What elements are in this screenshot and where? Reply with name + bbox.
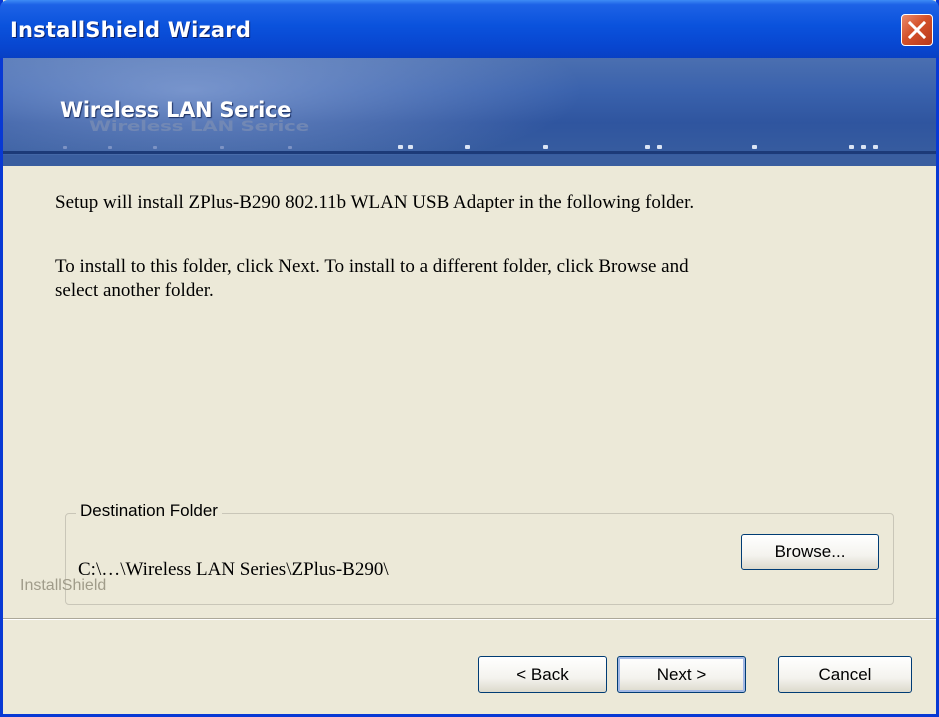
close-button[interactable]: [901, 14, 933, 46]
destination-folder-group: Destination Folder C:\…\Wireless LAN Ser…: [65, 501, 894, 605]
banner-title: Wireless LAN Serice: [60, 98, 292, 122]
banner-dot: [861, 145, 866, 149]
wizard-content: Setup will install ZPlus-B290 802.11b WL…: [3, 166, 936, 717]
next-button[interactable]: Next >: [617, 656, 746, 693]
header-banner: Wireless LAN Serice Wireless LAN Serice: [3, 58, 936, 166]
separator: [3, 618, 936, 620]
window-title: InstallShield Wizard: [10, 18, 252, 42]
instructions-line-2: select another folder.: [55, 280, 214, 301]
banner-dot: [220, 146, 224, 149]
banner-dot: [849, 145, 854, 149]
install-info-text: Setup will install ZPlus-B290 802.11b WL…: [55, 192, 695, 213]
installshield-wizard-window: InstallShield Wizard Wireless LAN Serice…: [0, 0, 939, 717]
installshield-brand-label: InstallShield: [20, 577, 107, 594]
browse-button[interactable]: Browse...: [741, 534, 879, 570]
banner-dot: [543, 145, 548, 149]
cancel-button[interactable]: Cancel: [778, 656, 912, 693]
back-button[interactable]: < Back: [478, 656, 607, 693]
destination-folder-path: C:\…\Wireless LAN Series\ZPlus-B290\: [78, 559, 389, 580]
banner-dot: [752, 145, 757, 149]
banner-dot: [288, 146, 292, 149]
banner-dot: [645, 145, 650, 149]
title-bar[interactable]: InstallShield Wizard: [0, 0, 939, 58]
destination-folder-label: Destination Folder: [76, 501, 222, 521]
banner-dot: [398, 145, 403, 149]
banner-dot: [63, 146, 67, 149]
banner-dot: [657, 145, 662, 149]
banner-dot: [408, 145, 413, 149]
close-icon: [907, 20, 927, 40]
instructions-line-1: To install to this folder, click Next. T…: [55, 256, 689, 277]
banner-dot: [465, 145, 470, 149]
banner-dot: [873, 145, 878, 149]
banner-dot: [108, 146, 112, 149]
banner-dot: [153, 146, 157, 149]
banner-divider: [3, 151, 936, 154]
